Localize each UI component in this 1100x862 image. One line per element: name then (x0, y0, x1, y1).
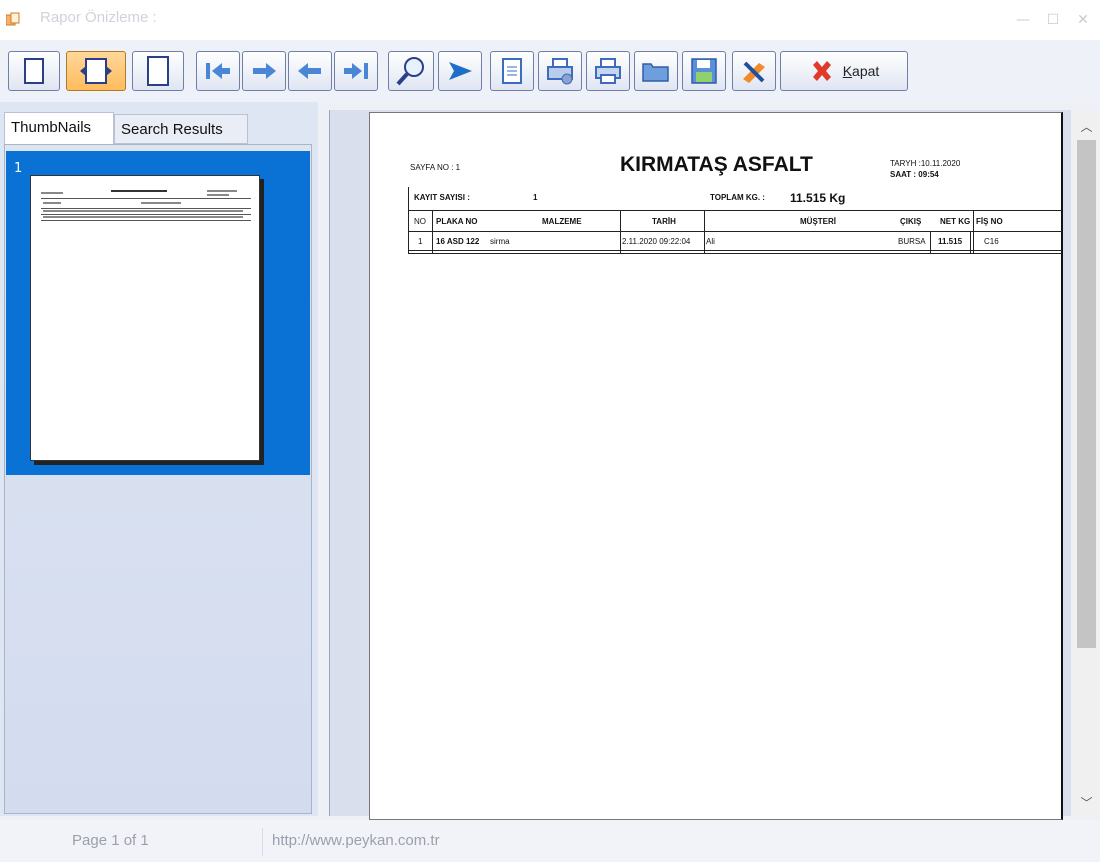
play-arrow-icon (449, 62, 472, 80)
status-url: http://www.peykan.com.tr (272, 832, 440, 849)
last-page-button[interactable] (334, 51, 378, 91)
open-button[interactable] (634, 51, 678, 91)
folder-open-icon (642, 63, 669, 82)
thumbnail-page-number: 1 (14, 161, 23, 176)
magnifier-icon (396, 57, 424, 86)
page-full-icon (147, 56, 169, 86)
total-weight-label: TOPLAM KG. : (710, 193, 765, 202)
export-button[interactable] (732, 51, 776, 91)
report-date: TARYH :10.11.2020 (890, 159, 961, 168)
minimize-button[interactable]: — (1008, 8, 1038, 32)
printer-icon (595, 58, 621, 84)
table-cell: Ali (706, 237, 715, 246)
tab-search-results[interactable]: Search Results (114, 114, 248, 144)
report-time: SAAT : 09:54 (890, 170, 939, 179)
next-page-button[interactable] (242, 51, 286, 91)
zoom-100-button[interactable] (132, 51, 184, 91)
title-bar: Rapor Önizleme : — ☐ ✕ (0, 0, 1100, 40)
table-cell: 2.11.2020 09:22:04 (622, 237, 691, 246)
toolbar: Kapat (0, 40, 1100, 102)
page-indicator: Page 1 of 1 (72, 832, 149, 849)
col-exit: ÇIKIŞ (900, 217, 922, 226)
status-divider (262, 828, 263, 856)
status-bar: Page 1 of 1 http://www.peykan.com.tr (0, 820, 1100, 862)
record-count-label: KAYIT SAYISI : (414, 193, 470, 202)
window-title: Rapor Önizleme : (40, 9, 157, 26)
report-title: KIRMATAŞ ASFALT (620, 153, 813, 176)
table-cell: sirma (490, 237, 510, 246)
table-cell: BURSA (898, 237, 926, 246)
search-button[interactable] (388, 51, 434, 91)
close-window-button[interactable]: ✕ (1068, 8, 1098, 32)
search-next-button[interactable] (438, 51, 482, 91)
close-preview-button[interactable]: Kapat (780, 51, 908, 91)
thumbnail-panel: ThumbNails Search Results 1 (0, 102, 318, 816)
printer-settings-icon (547, 58, 573, 85)
scrollbar-thumb[interactable] (1077, 140, 1096, 648)
maximize-button[interactable]: ☐ (1038, 8, 1068, 32)
tab-thumbnails[interactable]: ThumbNails (4, 112, 114, 144)
tools-icon (743, 61, 765, 83)
page-icon (24, 58, 44, 84)
first-page-icon (206, 63, 230, 79)
arrow-left-icon (298, 63, 321, 79)
col-material: MALZEME (542, 217, 582, 226)
page-setup-button[interactable] (490, 51, 534, 91)
previous-page-button[interactable] (288, 51, 332, 91)
page-number-label: SAYFA NO : 1 (410, 163, 461, 172)
zoom-whole-page-button[interactable] (8, 51, 60, 91)
scroll-up-arrow-icon[interactable]: ︿ (1073, 116, 1100, 138)
col-net-kg: NET KG (940, 217, 971, 226)
thumbnail-list[interactable]: 1 (4, 144, 312, 814)
document-icon (502, 58, 522, 84)
thumbnail-item[interactable]: 1 (6, 151, 310, 475)
record-count-value: 1 (533, 193, 538, 202)
save-button[interactable] (682, 51, 726, 91)
page-width-icon (80, 58, 112, 84)
app-icon (6, 12, 20, 26)
col-no: NO (414, 217, 426, 226)
col-slip-no: FİŞ NO (976, 217, 1003, 226)
scroll-down-arrow-icon[interactable]: ﹀ (1073, 792, 1100, 814)
report-page: SAYFA NO : 1 KIRMATAŞ ASFALT TARYH :10.1… (369, 112, 1063, 820)
table-cell: C16 (984, 237, 999, 246)
print-setup-button[interactable] (538, 51, 582, 91)
col-customer: MÜŞTERİ (800, 217, 836, 226)
first-page-button[interactable] (196, 51, 240, 91)
total-weight-value: 11.515 Kg (790, 191, 846, 205)
close-x-icon (812, 61, 831, 81)
floppy-disk-icon (691, 58, 717, 84)
arrow-right-icon (253, 63, 276, 79)
thumbnail-image (30, 175, 260, 461)
table-cell: 11.515 (938, 237, 963, 246)
vertical-scrollbar[interactable]: ︿ ﹀ (1073, 112, 1100, 816)
table-cell: 16 ASD 122 (436, 237, 480, 246)
print-button[interactable] (586, 51, 630, 91)
zoom-page-width-button[interactable] (66, 51, 126, 91)
last-page-icon (344, 63, 368, 79)
close-button-label: Kapat (842, 63, 880, 79)
table-cell: 1 (418, 237, 423, 246)
col-plate: PLAKA NO (436, 217, 478, 226)
col-date: TARİH (652, 217, 676, 226)
